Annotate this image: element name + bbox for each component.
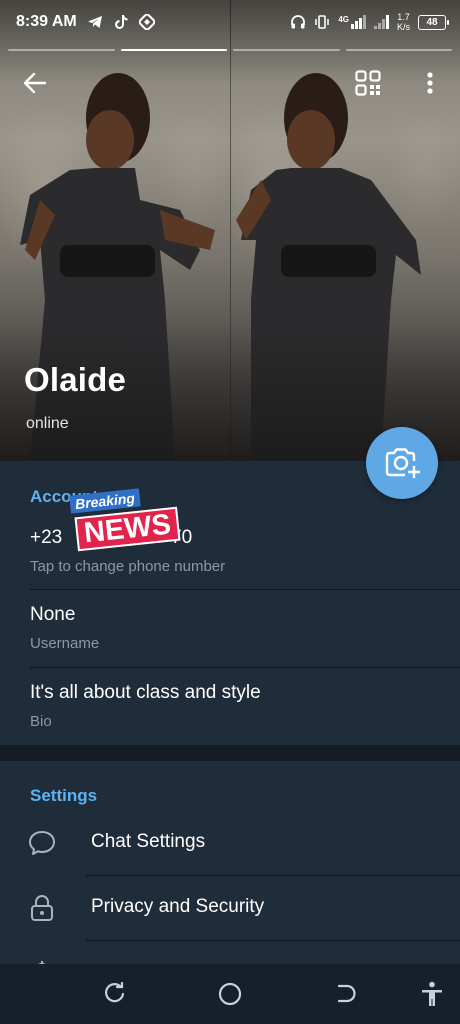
signal-bars-icon <box>373 15 389 29</box>
tiktok-icon <box>114 15 128 29</box>
progress-segment-active <box>120 49 227 51</box>
network-speed: 1.7 K/s <box>397 12 410 32</box>
breaking-news-sticker: Breaking NEWS <box>69 488 181 552</box>
camera-add-icon <box>385 448 420 478</box>
back-nav-button[interactable] <box>331 980 359 1008</box>
status-right: 4G 1.7 K/s 48 <box>290 12 449 32</box>
more-options-button[interactable] <box>416 68 444 98</box>
row-divider <box>30 667 460 668</box>
status-left-icons <box>87 14 155 30</box>
status-time: 8:39 AM <box>16 13 77 30</box>
lock-icon <box>28 894 56 922</box>
row-divider <box>30 589 460 590</box>
photo-progress-bar <box>8 49 452 51</box>
battery-level: 48 <box>426 16 438 28</box>
phone-number-left: +23 <box>30 527 63 548</box>
set-photo-button[interactable] <box>366 427 438 499</box>
privacy-security-label: Privacy and Security <box>91 896 265 917</box>
back-nav-icon <box>337 984 356 1003</box>
qr-code-button[interactable] <box>352 68 384 98</box>
chat-bubble-icon <box>28 829 56 857</box>
phone-hint: Tap to change phone number <box>30 558 226 575</box>
more-vertical-icon <box>427 72 433 94</box>
battery-icon: 48 <box>418 14 449 30</box>
arrow-left-icon <box>23 72 47 94</box>
progress-segment <box>8 49 115 51</box>
app-notification-icon <box>138 14 155 30</box>
chat-settings-item[interactable]: Chat Settings <box>0 811 460 875</box>
system-navigation-bar <box>0 964 460 1024</box>
network-type: 4G <box>338 15 349 24</box>
signal-4g-icon: 4G <box>338 15 366 29</box>
section-separator <box>0 745 460 761</box>
sticker-main-text: NEWS <box>74 506 181 552</box>
recents-icon <box>105 982 125 1003</box>
qr-code-icon <box>355 70 381 96</box>
vibrate-icon <box>315 15 330 29</box>
progress-segment <box>345 49 452 51</box>
profile-header: 8:39 AM 4G 1.7 K/s 48 Olaide online <box>0 0 460 461</box>
settings-section-title: Settings <box>30 786 98 805</box>
sticker-top-text: Breaking <box>69 488 141 514</box>
home-button[interactable] <box>216 980 244 1008</box>
back-button[interactable] <box>18 68 52 98</box>
telegram-icon <box>87 16 102 28</box>
status-bar: 8:39 AM 4G 1.7 K/s 48 <box>0 0 460 44</box>
profile-name: Olaide <box>24 361 127 398</box>
speed-value: 1.7 <box>397 12 410 22</box>
speed-unit: K/s <box>396 22 410 32</box>
accessibility-button[interactable] <box>418 980 446 1008</box>
username-label: Username <box>30 635 100 652</box>
home-circle-icon <box>218 982 242 1006</box>
recents-button[interactable] <box>101 980 129 1008</box>
account-section: Account +23 70 Tap to change phone numbe… <box>0 461 460 745</box>
chat-settings-label: Chat Settings <box>91 831 206 852</box>
progress-segment <box>233 49 340 51</box>
settings-section: Settings Chat Settings Privacy and Secur… <box>0 761 460 964</box>
accessibility-icon <box>422 981 442 1006</box>
headphones-icon <box>291 15 306 29</box>
privacy-security-item[interactable]: Privacy and Security <box>0 876 460 940</box>
username-value: None <box>30 604 76 625</box>
notifications-item[interactable] <box>0 941 460 964</box>
profile-status: online <box>26 415 69 432</box>
bio-value: It's all about class and style <box>30 682 261 703</box>
toolbar <box>0 60 460 104</box>
bio-label: Bio <box>30 713 52 730</box>
